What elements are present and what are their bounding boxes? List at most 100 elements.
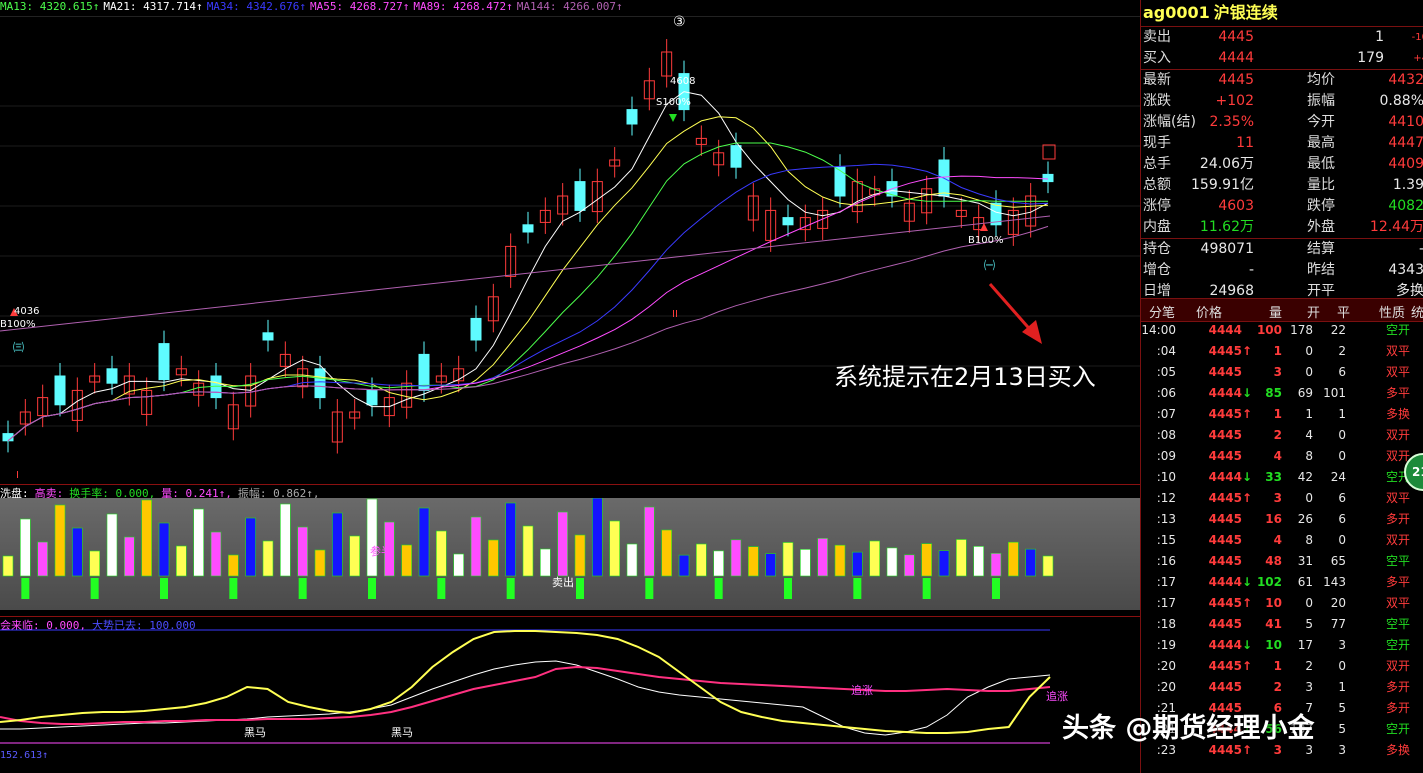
volume-bar[interactable]	[470, 516, 482, 577]
tick-row[interactable]: :08 4445 2 4 0 双开	[1141, 425, 1423, 446]
tick-row[interactable]: :15 4445 4 8 0 双开	[1141, 530, 1423, 551]
volume-bar[interactable]	[1008, 541, 1019, 577]
tick-row[interactable]: :20 4445 ↑ 1 2 0 双开	[1141, 656, 1423, 677]
volume-bar[interactable]	[1042, 555, 1054, 577]
volume-bar[interactable]	[557, 511, 568, 577]
volume-bar[interactable]	[921, 543, 932, 577]
volume-bar[interactable]	[713, 550, 724, 577]
volume-bar[interactable]	[904, 554, 915, 577]
candle-body[interactable]	[1042, 144, 1056, 160]
tick-row[interactable]: :04 4445 ↑ 1 0 2 双平	[1141, 341, 1423, 362]
volume-bar[interactable]	[973, 546, 984, 577]
tick-row[interactable]: :16 4445 48 31 65 空平	[1141, 551, 1423, 572]
candle-body[interactable]	[730, 145, 742, 168]
tick-row[interactable]: :12 4445 ↑ 3 0 6 双平	[1141, 488, 1423, 509]
tick-row[interactable]: :17 4445 ↑ 10 0 20 双平	[1141, 593, 1423, 614]
volume-bar[interactable]	[956, 539, 967, 577]
candle-body[interactable]	[834, 166, 846, 197]
volume-bar[interactable]	[280, 503, 291, 577]
volume-bar[interactable]	[574, 534, 586, 577]
tick-row[interactable]: :06 4444 ↓ 85 69 101 多平	[1141, 383, 1423, 404]
volume-bar[interactable]	[37, 541, 48, 577]
volume-bar[interactable]	[678, 554, 690, 577]
candle-body[interactable]	[574, 181, 586, 211]
volume-bar[interactable]	[20, 518, 31, 577]
volume-bar[interactable]	[124, 536, 135, 577]
candle-body[interactable]	[106, 368, 118, 384]
candle-body[interactable]	[782, 217, 794, 226]
volume-bar[interactable]	[436, 530, 447, 577]
price-chart[interactable]	[0, 16, 1140, 486]
volume-bar[interactable]	[765, 553, 776, 577]
indicator-chart[interactable]	[0, 617, 1140, 773]
volume-bar-negative[interactable]	[714, 578, 723, 599]
volume-bar[interactable]	[106, 513, 118, 577]
volume-bar[interactable]	[990, 552, 1002, 577]
volume-bar[interactable]	[401, 544, 412, 577]
volume-bar[interactable]	[297, 526, 308, 577]
volume-bar[interactable]	[782, 542, 794, 577]
volume-bar-negative[interactable]	[576, 578, 584, 599]
tick-table[interactable]: 14:00 4444 100 178 22 空开:04 4445 ↑ 1 0 2 双平:05 4445 3…	[1141, 320, 1423, 761]
volume-bar[interactable]	[800, 549, 811, 577]
volume-bar-negative[interactable]	[645, 578, 654, 599]
volume-bar[interactable]	[696, 543, 707, 577]
volume-bar[interactable]	[852, 551, 863, 577]
candle-body[interactable]	[366, 389, 378, 406]
volume-bar[interactable]	[193, 508, 204, 577]
volume-bar-negative[interactable]	[229, 578, 238, 599]
candle-body[interactable]	[54, 375, 66, 406]
volume-bar[interactable]	[540, 548, 551, 577]
volume-bar[interactable]	[141, 499, 152, 577]
volume-bar[interactable]	[418, 507, 430, 577]
volume-bar[interactable]	[176, 545, 187, 577]
volume-bar-negative[interactable]	[992, 578, 1000, 599]
volume-bar[interactable]	[592, 498, 603, 577]
volume-bar[interactable]	[522, 525, 534, 577]
volume-bar-negative[interactable]	[853, 578, 862, 599]
volume-bar[interactable]	[314, 549, 326, 577]
volume-bar[interactable]	[1025, 548, 1036, 577]
volume-bar[interactable]	[366, 498, 378, 577]
candle-body[interactable]	[314, 368, 326, 399]
volume-bar[interactable]	[228, 554, 239, 577]
volume-bar[interactable]	[245, 517, 256, 577]
volume-chart[interactable]	[0, 498, 1140, 610]
candle-body[interactable]	[262, 332, 274, 341]
tick-row[interactable]: :13 4445 16 26 6 多开	[1141, 509, 1423, 530]
volume-bar[interactable]	[748, 546, 759, 577]
volume-bar-negative[interactable]	[437, 578, 446, 599]
tick-row[interactable]: :07 4445 ↑ 1 1 1 多换	[1141, 404, 1423, 425]
volume-bar[interactable]	[349, 535, 360, 577]
tick-row[interactable]: :17 4444 ↓ 102 61 143 多平	[1141, 572, 1423, 593]
volume-bar[interactable]	[505, 502, 516, 577]
tick-row[interactable]: :19 4444 ↓ 10 17 3 空开	[1141, 635, 1423, 656]
volume-bar[interactable]	[72, 527, 83, 577]
tick-row[interactable]: :05 4445 3 0 6 双平	[1141, 362, 1423, 383]
chart-area[interactable]: MA13: 4320.615↑ MA21: 4317.714↑ MA34: 4342…	[0, 0, 1140, 773]
tick-row[interactable]: :18 4445 41 5 77 空平	[1141, 614, 1423, 635]
volume-bar-negative[interactable]	[21, 578, 30, 599]
tick-row[interactable]: 14:00 4444 100 178 22 空开	[1141, 320, 1423, 341]
volume-bar-negative[interactable]	[784, 578, 792, 599]
volume-bar[interactable]	[817, 537, 828, 577]
tick-row[interactable]: :09 4445 4 8 0 双开	[1141, 446, 1423, 467]
tick-row[interactable]: :10 4444 ↓ 33 42 24 空开	[1141, 467, 1423, 488]
volume-bar[interactable]	[332, 512, 343, 577]
volume-bar-negative[interactable]	[90, 578, 99, 599]
volume-bar[interactable]	[2, 555, 14, 577]
volume-bar[interactable]	[661, 529, 672, 577]
candle-body[interactable]	[1042, 173, 1054, 183]
volume-bar[interactable]	[210, 531, 222, 577]
volume-bar[interactable]	[262, 540, 274, 577]
candle-body[interactable]	[470, 317, 482, 341]
volume-bar[interactable]	[89, 550, 100, 577]
candle-body[interactable]	[158, 343, 170, 381]
volume-bar-negative[interactable]	[368, 578, 376, 599]
volume-bar[interactable]	[644, 506, 655, 577]
volume-bar[interactable]	[938, 550, 950, 577]
volume-bar-negative[interactable]	[298, 578, 307, 599]
volume-bar-negative[interactable]	[160, 578, 168, 599]
volume-bar[interactable]	[730, 539, 742, 577]
volume-bar[interactable]	[834, 544, 846, 577]
